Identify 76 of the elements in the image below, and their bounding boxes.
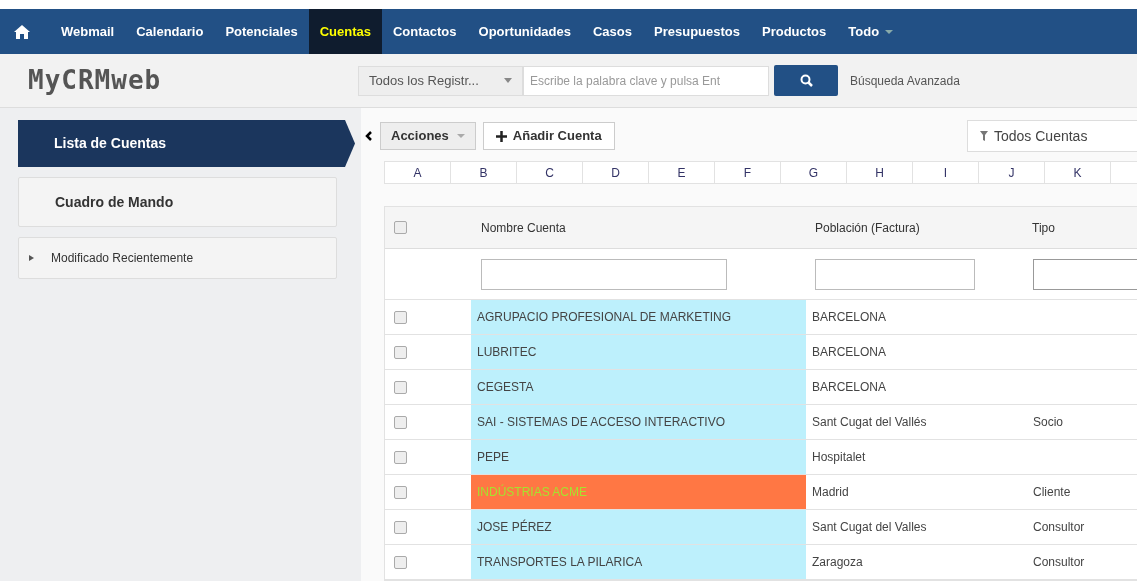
table-cell: CEGESTA [471, 370, 806, 404]
actions-button[interactable]: Acciones [380, 122, 476, 150]
nav-tab[interactable]: Oportunidades [467, 9, 582, 54]
column-header[interactable]: Nombre Cuenta [471, 218, 806, 237]
nav-tab[interactable]: Potenciales [214, 9, 309, 54]
checkbox[interactable] [394, 380, 407, 394]
table-cell: LUBRITEC [471, 335, 806, 369]
nav-tab[interactable]: Webmail [50, 9, 126, 54]
table-cell-text: Sant Cugat del Valles [811, 519, 928, 536]
alphabet-filter[interactable]: I [913, 162, 979, 183]
alphabet-filter[interactable]: E [649, 162, 715, 183]
add-account-button[interactable]: Añadir Cuenta [482, 122, 615, 150]
checkbox[interactable] [394, 520, 407, 534]
table-cell-text: Zaragoza [811, 554, 864, 571]
table-cell: JOSE PÉREZ [471, 510, 806, 544]
nav-tab[interactable]: Calendario [125, 9, 215, 54]
plus-icon [495, 130, 507, 142]
nav-tab[interactable]: Casos [582, 9, 643, 54]
table-cell-text: Hospitalet [811, 449, 867, 466]
table-cell-text: BARCELONA [811, 309, 888, 326]
search-button[interactable] [774, 65, 838, 96]
table-cell-text: Madrid [811, 484, 850, 501]
alphabet-filter[interactable]: C [517, 162, 583, 183]
filter-field[interactable] [815, 258, 975, 290]
logo: MyCRMweb [28, 64, 163, 97]
search-field[interactable]: Escribe la palabra clave y pulsa Ent [523, 65, 769, 96]
checkbox[interactable] [394, 450, 407, 464]
caret-icon [456, 134, 465, 138]
table-cell: AGRUPACIO PROFESIONAL DE MARKETING [471, 300, 806, 334]
table-cell-text: Consultor [1032, 519, 1085, 536]
alphabet-filter[interactable]: F [715, 162, 781, 183]
collapse-icon[interactable] [365, 131, 372, 141]
filter-field[interactable] [481, 258, 727, 290]
nav-tab[interactable]: Cuentas [308, 9, 382, 54]
table-cell: TRANSPORTES LA PILARICA [471, 545, 806, 579]
table-cell: INDÚSTRIAS ACME [471, 475, 806, 509]
search-icon [799, 74, 813, 87]
caret-right-icon [29, 255, 34, 261]
alphabet-filter[interactable]: H [847, 162, 913, 183]
table-cell-text: Sant Cugat del Vallés [811, 414, 928, 431]
scope-select[interactable]: Todos los Registr... [358, 65, 523, 96]
nav-tab[interactable]: Productos [751, 9, 838, 54]
sidebar-item[interactable]: Lista de Cuentas [18, 120, 355, 167]
alphabet-filter[interactable]: J [979, 162, 1045, 183]
advanced-search-link[interactable]: Búsqueda Avanzada [850, 71, 960, 90]
table-cell-text: BARCELONA [811, 344, 888, 361]
caret-icon [504, 78, 512, 83]
alphabet-filter[interactable]: G [781, 162, 847, 183]
filter-field[interactable] [1033, 258, 1137, 290]
filter-icon [980, 131, 988, 141]
nav-more-menu[interactable]: Todo [837, 9, 905, 54]
sidebar-item[interactable]: Cuadro de Mando [18, 177, 337, 227]
alphabet-filter[interactable]: K [1045, 162, 1111, 183]
checkbox[interactable] [394, 345, 407, 359]
checkbox[interactable] [394, 485, 407, 499]
column-header[interactable]: Población (Factura) [806, 218, 1021, 237]
filter-select[interactable]: Todos Cuentas [967, 120, 1137, 152]
caret-icon [885, 29, 894, 34]
table-cell: PEPE [471, 440, 806, 474]
home-icon[interactable] [14, 24, 30, 39]
checkbox[interactable] [394, 555, 407, 569]
sidebar-item[interactable]: Modificado Recientemente [18, 237, 337, 279]
table-cell-text: Cliente [1032, 484, 1071, 501]
alphabet-filter[interactable]: D [583, 162, 649, 183]
table-cell-text: BARCELONA [811, 379, 888, 396]
alphabet-filter[interactable]: B [451, 162, 517, 183]
column-header[interactable]: Tipo [1021, 218, 1055, 237]
checkbox[interactable] [394, 221, 407, 234]
nav-tab[interactable]: Presupuestos [643, 9, 751, 54]
nav-tab[interactable]: Contactos [381, 9, 468, 54]
checkbox[interactable] [394, 415, 407, 429]
alphabet-filter[interactable]: A [385, 162, 451, 183]
checkbox[interactable] [394, 310, 407, 324]
table-cell-text: Consultor [1032, 554, 1085, 571]
table-cell: SAI - SISTEMAS DE ACCESO INTERACTIVO [471, 405, 806, 439]
table-cell-text: Socio [1032, 414, 1064, 431]
